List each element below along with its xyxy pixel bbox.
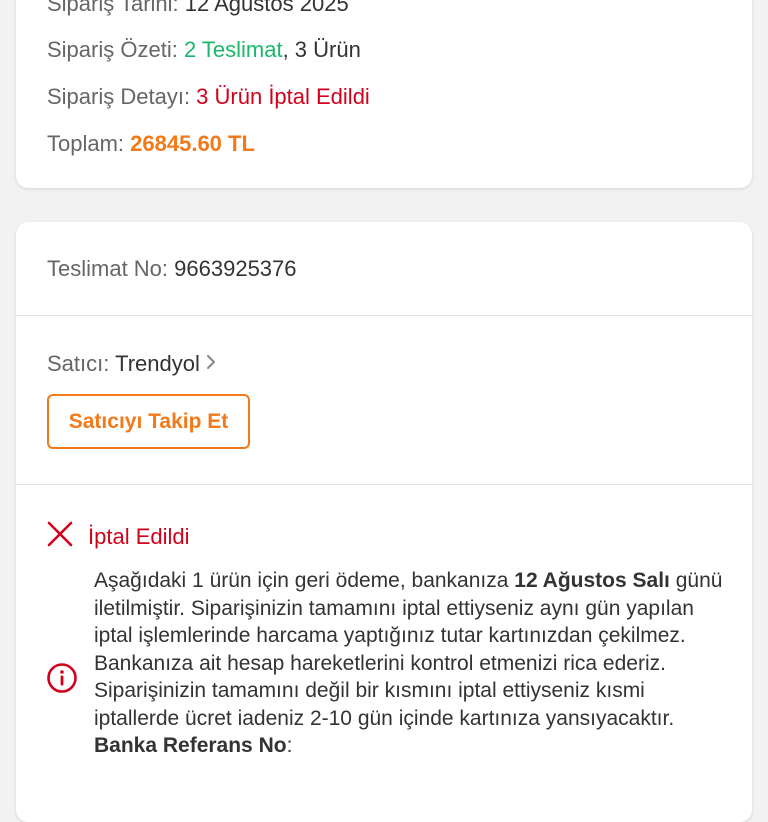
refund-date: 12 Ağustos Salı (514, 569, 670, 592)
order-detail-row: Sipariş Detayı: 3 Ürün İptal Edildi (47, 83, 370, 111)
seller-label: Satıcı: (47, 351, 116, 376)
order-detail-label: Sipariş Detayı: (47, 84, 197, 109)
refund-info-text: Aşağıdaki 1 ürün için geri ödeme, bankan… (94, 567, 734, 760)
cancel-status-text: İptal Edildi (88, 523, 190, 549)
refund-info-part3: : (286, 734, 293, 757)
divider (16, 315, 752, 316)
chevron-right-icon[interactable] (206, 349, 216, 377)
delivery-number-row: Teslimat No: 9663925376 (47, 255, 297, 283)
order-total-label: Toplam: (47, 131, 131, 156)
order-date-label: Sipariş Tarihi: (47, 0, 185, 16)
follow-seller-button[interactable]: Satıcıyı Takip Et (47, 394, 250, 449)
close-x-icon (46, 520, 74, 553)
divider (16, 484, 752, 485)
seller-name[interactable]: Trendyol (115, 351, 200, 376)
delivery-count: 2 Teslimat (183, 37, 283, 62)
refund-info-part1: Aşağıdaki 1 ürün için geri ödeme, bankan… (94, 569, 515, 592)
delivery-number-label: Teslimat No: (47, 256, 175, 281)
order-total-value: 26845.60 TL (130, 131, 255, 156)
order-detail-value: 3 Ürün İptal Edildi (196, 84, 370, 109)
seller-row[interactable]: Satıcı: Trendyol (47, 349, 216, 378)
order-date-row: Sipariş Tarihi: 12 Ağustos 2025 (47, 0, 349, 18)
info-circle-icon (46, 662, 78, 699)
item-count: , 3 Ürün (282, 37, 361, 62)
refund-info-part2: günü iletilmiştir. Siparişinizin tamamın… (94, 569, 723, 730)
order-summary-row: Sipariş Özeti: 2 Teslimat, 3 Ürün (47, 36, 361, 64)
cancel-status: İptal Edildi (46, 520, 190, 553)
order-summary-label: Sipariş Özeti: (47, 37, 184, 62)
order-date-value: 12 Ağustos 2025 (184, 0, 349, 16)
order-total-row: Toplam: 26845.60 TL (47, 130, 255, 158)
order-summary-card: Sipariş Tarihi: 12 Ağustos 2025 Sipariş … (16, 0, 752, 188)
bank-reference-label: Banka Referans No (94, 734, 287, 757)
delivery-number-value: 9663925376 (174, 256, 297, 281)
delivery-card: Teslimat No: 9663925376 Satıcı: Trendyol… (16, 222, 752, 822)
